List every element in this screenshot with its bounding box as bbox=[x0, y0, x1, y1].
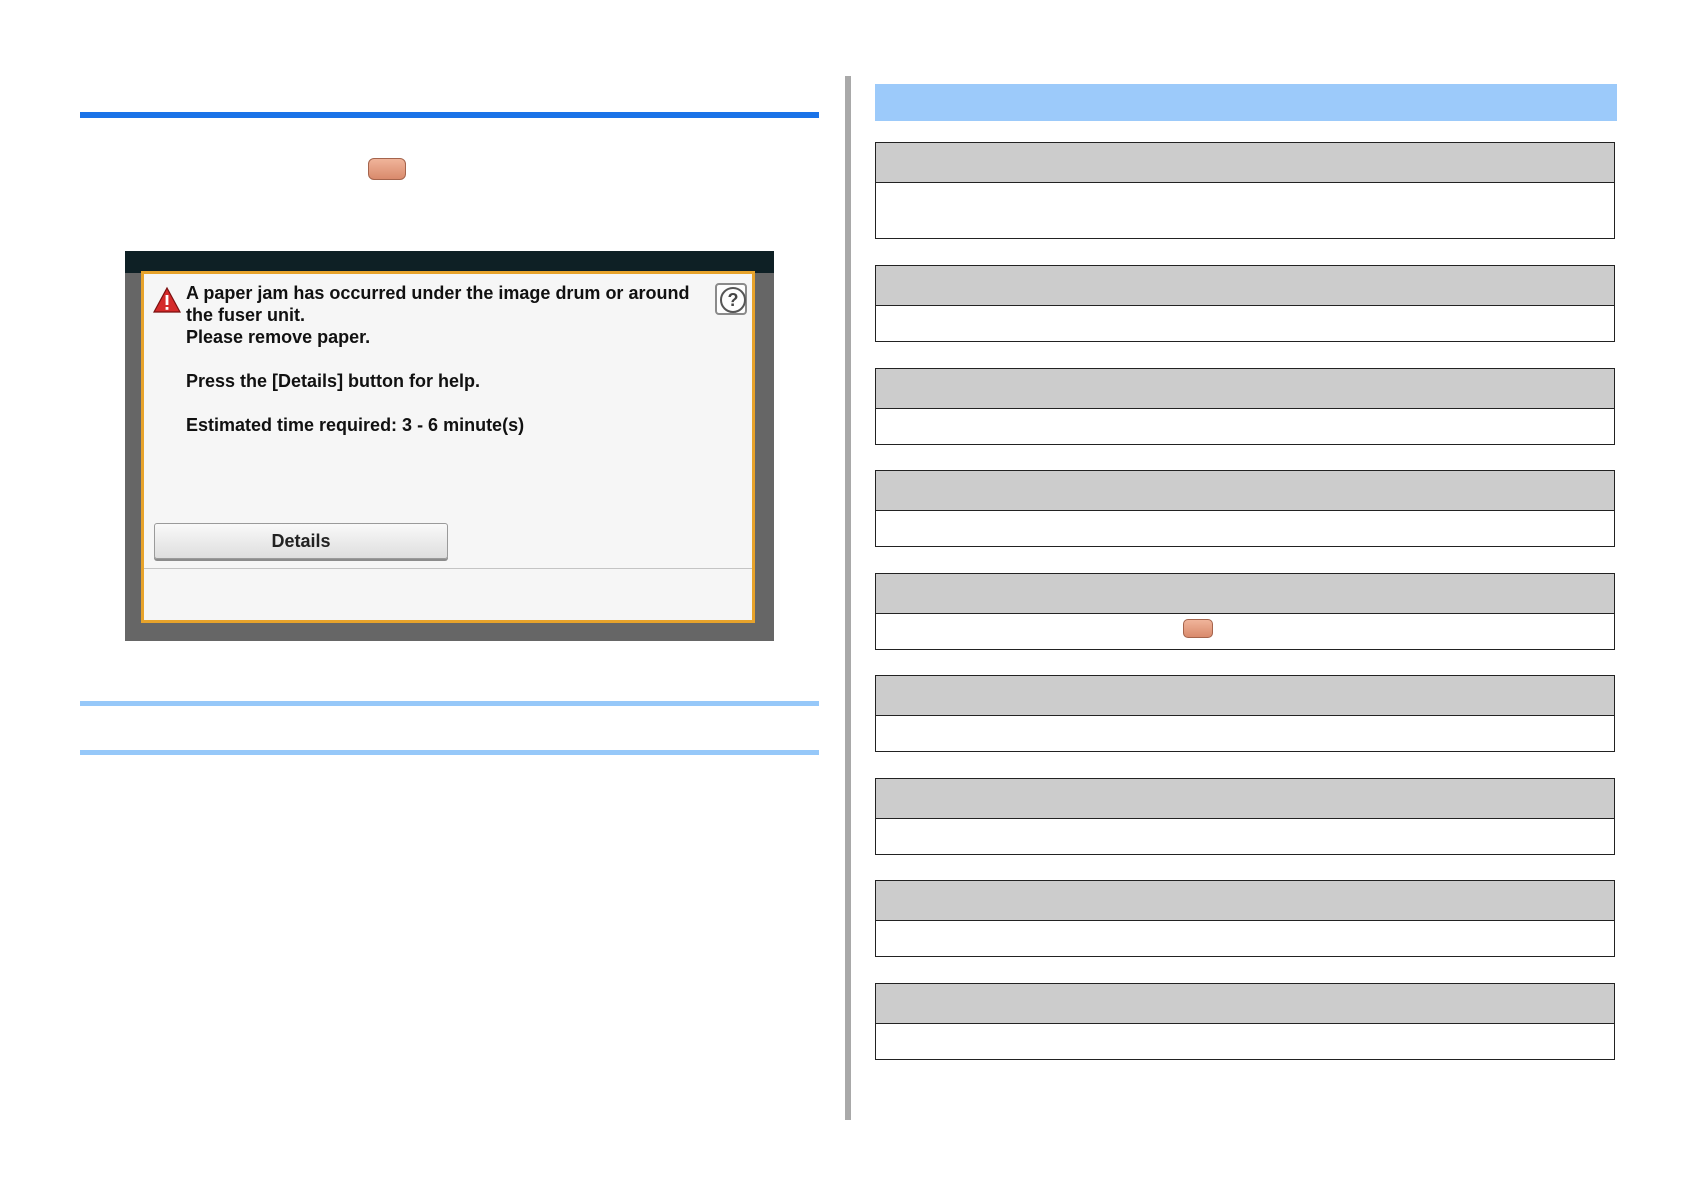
info-table-1 bbox=[875, 142, 1615, 239]
table-header bbox=[876, 574, 1614, 614]
info-table-9 bbox=[875, 983, 1615, 1060]
details-button[interactable]: Details bbox=[154, 523, 448, 559]
info-table-2 bbox=[875, 265, 1615, 342]
table-header bbox=[876, 676, 1614, 716]
table-body bbox=[876, 183, 1614, 238]
table-body bbox=[876, 306, 1614, 341]
info-table-8 bbox=[875, 880, 1615, 957]
info-table-5 bbox=[875, 573, 1615, 650]
table-header bbox=[876, 369, 1614, 409]
table-body bbox=[876, 819, 1614, 854]
help-instruction: Press the [Details] button for help. bbox=[186, 371, 481, 391]
table-header bbox=[876, 266, 1614, 306]
table-body bbox=[876, 1024, 1614, 1059]
subsection-rule-1 bbox=[80, 701, 819, 706]
section-title-rule bbox=[80, 112, 819, 118]
help-question-icon[interactable]: ? bbox=[715, 283, 747, 315]
info-table-3 bbox=[875, 368, 1615, 445]
table-body bbox=[876, 409, 1614, 444]
dialog-separator bbox=[144, 568, 752, 569]
table-body bbox=[876, 921, 1614, 956]
paper-jam-dialog: A paper jam has occurred under the image… bbox=[141, 271, 755, 623]
estimated-time: Estimated time required: 3 - 6 minute(s) bbox=[186, 415, 525, 435]
table-header bbox=[876, 779, 1614, 819]
key-button-icon bbox=[1183, 619, 1213, 638]
table-body bbox=[876, 614, 1614, 649]
info-table-6 bbox=[875, 675, 1615, 752]
dialog-message: A paper jam has occurred under the image… bbox=[186, 282, 716, 436]
column-divider bbox=[845, 76, 851, 1120]
table-header bbox=[876, 881, 1614, 921]
table-header bbox=[876, 143, 1614, 183]
message-line-1: A paper jam has occurred under the image… bbox=[186, 283, 690, 303]
subsection-rule-2 bbox=[80, 750, 819, 755]
panel-top-bar bbox=[125, 251, 774, 273]
table-body bbox=[876, 511, 1614, 546]
message-line-2: the fuser unit. bbox=[186, 305, 306, 325]
table-header bbox=[876, 471, 1614, 511]
table-header bbox=[876, 984, 1614, 1024]
info-table-7 bbox=[875, 778, 1615, 855]
key-button-icon bbox=[368, 158, 406, 180]
operator-panel-screenshot: A paper jam has occurred under the image… bbox=[125, 251, 774, 641]
help-glyph: ? bbox=[720, 287, 746, 313]
message-line-3: Please remove paper. bbox=[186, 327, 371, 347]
table-body bbox=[876, 716, 1614, 751]
warning-triangle-icon bbox=[153, 286, 181, 313]
info-table-4 bbox=[875, 470, 1615, 547]
right-section-header-bar bbox=[875, 84, 1617, 121]
